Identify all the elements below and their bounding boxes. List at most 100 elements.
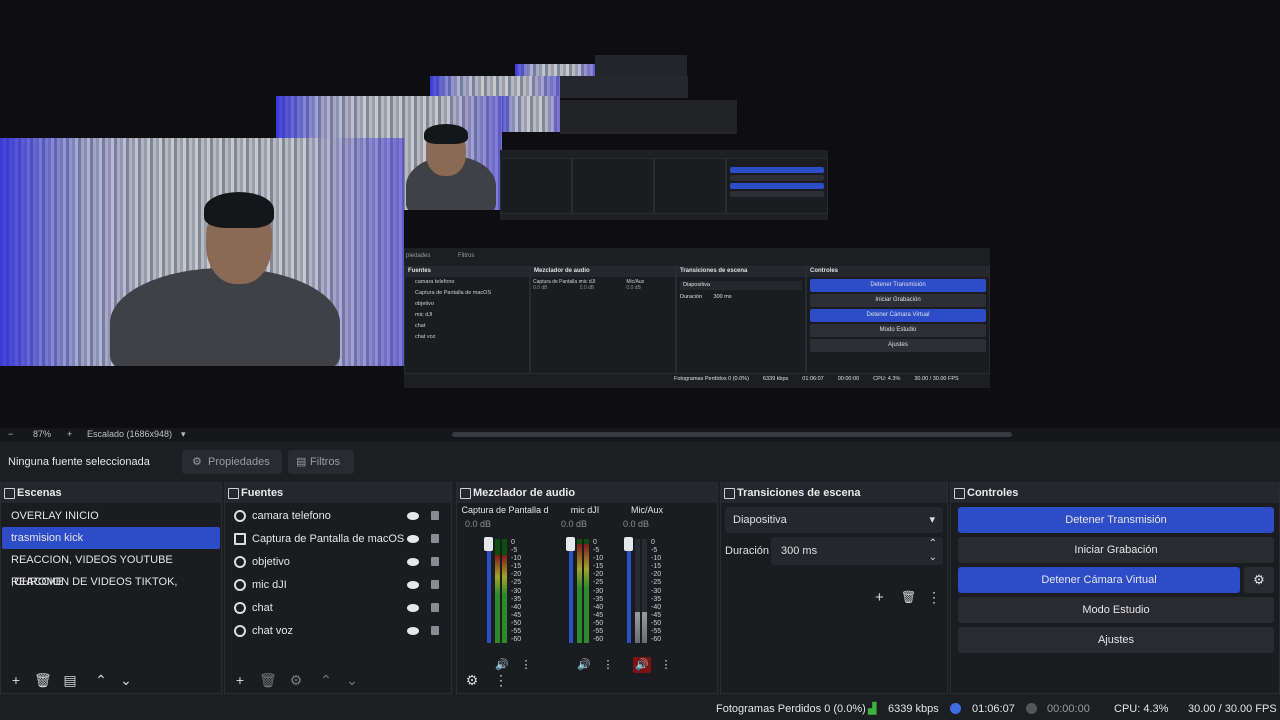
controls-dock: Controles Detener Transmisión Iniciar Gr… — [950, 482, 1280, 694]
monitor-icon — [234, 533, 246, 545]
scene-item[interactable]: trasmision kick — [2, 527, 220, 549]
virtual-camera-settings-button[interactable]: ⚙ — [1244, 567, 1274, 593]
mixer-footer: ⚙ ⋮ — [457, 667, 717, 693]
add-transition-icon[interactable]: + — [875, 589, 884, 606]
mixer-menu-icon[interactable]: ⋮ — [494, 673, 508, 687]
signal-strength-icon: ▟ — [868, 703, 877, 715]
source-item[interactable]: Captura de Pantalla de macOS — [225, 528, 451, 551]
remove-scene-icon[interactable]: 🗑 — [34, 673, 52, 687]
volume-fader[interactable] — [487, 539, 491, 643]
scale-dropdown-icon[interactable]: ▾ — [181, 429, 186, 440]
scene-item[interactable]: REACCION DE VIDEOS TIKTOK, — [2, 571, 220, 593]
lock-icon[interactable] — [431, 557, 439, 566]
db-scale-tick: -5 — [593, 547, 600, 555]
preview-canvas[interactable]: piedades Filtros Fuentes camara telefono… — [0, 0, 1280, 428]
person-body — [110, 268, 340, 366]
db-scale-tick: -35 — [511, 595, 522, 603]
add-scene-icon[interactable]: + — [9, 673, 23, 687]
db-scale-tick: -45 — [511, 611, 522, 619]
db-scale-tick: -40 — [651, 603, 662, 611]
scene-filters-icon[interactable]: ▤ — [63, 673, 77, 687]
person-hair — [204, 192, 274, 228]
source-item[interactable]: chat voz — [225, 620, 451, 643]
cpu-usage: CPU: 4.3% — [1114, 703, 1169, 715]
sources-dock: Fuentes camara telefono Captura de Pantal… — [224, 482, 452, 694]
duration-spinbox[interactable]: 300 ms ⌃ ⌄ — [771, 537, 943, 565]
level-meter — [584, 539, 589, 643]
nested-capture-3 — [430, 76, 560, 98]
volume-fader[interactable] — [627, 539, 631, 643]
level-meter — [577, 539, 582, 643]
source-item[interactable]: mic dJI — [225, 574, 451, 597]
spin-down-icon[interactable]: ⌄ — [929, 544, 937, 572]
filters-button[interactable]: ▤ Filtros — [288, 450, 354, 474]
visibility-eye-icon[interactable] — [407, 558, 419, 566]
visibility-eye-icon[interactable] — [407, 627, 419, 635]
volume-fader-handle[interactable] — [566, 537, 575, 551]
scenes-dock: Escenas OVERLAY INICIO trasmision kick REA… — [0, 482, 222, 694]
lock-icon[interactable] — [431, 511, 439, 520]
zoom-out-button[interactable]: − — [8, 429, 13, 439]
bitrate: 6339 kbps — [888, 703, 939, 715]
move-up-icon[interactable]: ⌃ — [319, 673, 333, 687]
preview-horizontal-scrollbar[interactable] — [452, 432, 1012, 437]
duration-label: Duración — [725, 545, 770, 557]
add-source-icon[interactable]: + — [233, 673, 247, 687]
properties-button[interactable]: ⚙ Propiedades — [182, 450, 282, 474]
move-down-icon[interactable]: ⌄ — [119, 673, 133, 687]
stop-streaming-button[interactable]: Detener Transmisión — [958, 507, 1274, 533]
move-down-icon[interactable]: ⌄ — [345, 673, 359, 687]
db-scale-tick: 0 — [511, 539, 515, 546]
gear-icon: ⚙ — [192, 456, 202, 468]
volume-fader[interactable] — [569, 539, 573, 643]
level-meter — [635, 539, 640, 643]
source-item[interactable]: camara telefono — [225, 505, 451, 528]
level-meter-fill — [502, 554, 507, 643]
gear-icon: ⚙ — [1253, 572, 1265, 587]
move-up-icon[interactable]: ⌃ — [94, 673, 108, 687]
advanced-audio-icon[interactable]: ⚙ — [465, 673, 479, 687]
db-scale-tick: -10 — [593, 555, 604, 563]
remove-transition-icon[interactable]: 🗑 — [901, 590, 916, 604]
source-item[interactable]: objetivo — [225, 551, 451, 574]
nested-status-item: 00:00:00 — [837, 376, 860, 382]
recording-indicator-icon — [1026, 703, 1037, 714]
zoom-level: 87% — [33, 429, 52, 439]
source-item[interactable]: chat — [225, 597, 451, 620]
visibility-eye-icon[interactable] — [407, 535, 419, 543]
channel-name: mic dJI — [570, 505, 600, 515]
db-scale-tick: -15 — [651, 563, 662, 571]
camera-icon — [234, 510, 246, 522]
studio-mode-button[interactable]: Modo Estudio — [958, 597, 1274, 623]
source-properties-icon[interactable]: ⚙ — [289, 673, 303, 687]
db-scale-tick: -35 — [593, 595, 604, 603]
zoom-in-button[interactable]: + — [67, 429, 72, 439]
scene-item[interactable]: OVERLAY INICIO — [2, 505, 220, 527]
lock-icon[interactable] — [431, 580, 439, 589]
nested-status-item: 01:06:07 — [802, 376, 824, 382]
scene-item[interactable]: REACCION, VIDEOS YOUTUBE ,CHROME — [2, 549, 220, 588]
level-meter-fill — [642, 611, 647, 643]
nested-control-button: Detener Cámara Virtual — [810, 309, 986, 322]
source-label: chat — [252, 602, 273, 614]
volume-fader-handle[interactable] — [484, 537, 493, 551]
settings-button[interactable]: Ajustes — [958, 627, 1274, 653]
visibility-eye-icon[interactable] — [407, 581, 419, 589]
lock-icon[interactable] — [431, 603, 439, 612]
transition-select[interactable]: Diapositiva ▾ — [725, 507, 943, 533]
remove-source-icon[interactable]: 🗑 — [259, 673, 277, 687]
lock-icon[interactable] — [431, 626, 439, 635]
volume-fader-handle[interactable] — [624, 537, 633, 551]
scale-label: Escalado (1686x948) — [87, 429, 173, 439]
visibility-eye-icon[interactable] — [407, 512, 419, 520]
transition-menu-icon[interactable]: ⋮ — [927, 589, 941, 606]
db-scale-tick: -35 — [651, 595, 662, 603]
filter-icon: ▤ — [296, 456, 307, 468]
nested-capture-4-ui — [595, 55, 687, 77]
lock-icon[interactable] — [431, 534, 439, 543]
start-recording-button[interactable]: Iniciar Grabación — [958, 537, 1274, 563]
stop-virtual-camera-button[interactable]: Detener Cámara Virtual — [958, 567, 1240, 593]
webcam-capture — [0, 138, 404, 366]
visibility-eye-icon[interactable] — [407, 604, 419, 612]
sources-dock-title: Fuentes — [225, 483, 451, 503]
